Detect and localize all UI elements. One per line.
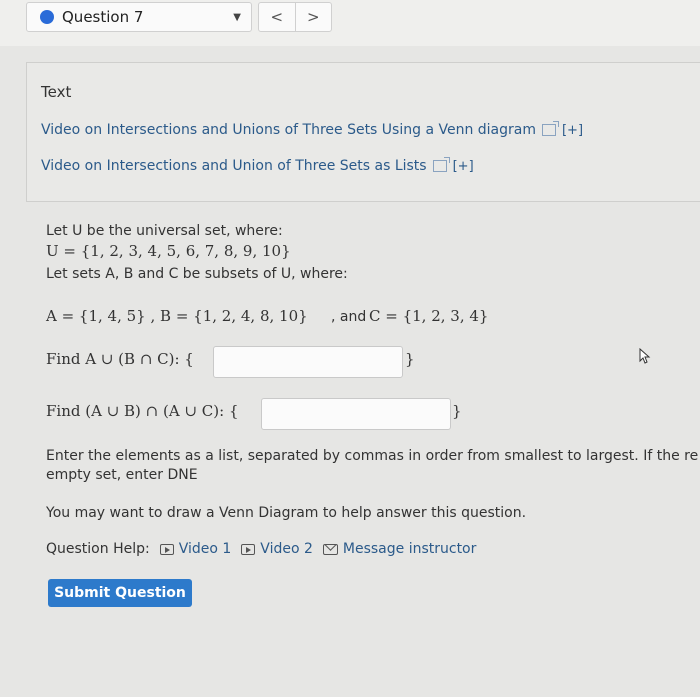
universal-set: U = {1, 2, 3, 4, 5, 6, 7, 8, 9, 10} xyxy=(46,242,291,260)
find-1-close: } xyxy=(405,350,415,368)
sets-and: , and xyxy=(331,309,367,325)
answer-1-input[interactable] xyxy=(213,346,403,378)
mouse-cursor-icon xyxy=(639,348,651,364)
message-instructor-label[interactable]: Message instructor xyxy=(343,541,477,557)
video-2-label[interactable]: Video 2 xyxy=(260,541,313,557)
video-icon xyxy=(241,543,256,555)
message-instructor-link[interactable]: Message instructor xyxy=(322,541,477,557)
hint-text: You may want to draw a Venn Diagram to h… xyxy=(46,505,527,521)
instruction-line-2: empty set, enter DNE xyxy=(46,467,198,483)
video-icon xyxy=(159,543,174,555)
video-1-label[interactable]: Video 1 xyxy=(179,541,232,557)
question-help: Question Help: Video 1 Video 2 Message i… xyxy=(46,541,486,557)
instruction-line-1: Enter the elements as a list, separated … xyxy=(46,448,699,464)
find-1-label: Find A ∪ (B ∩ C): { xyxy=(46,350,194,368)
sets-a-b: A = {1, 4, 5} , B = {1, 2, 4, 8, 10} xyxy=(46,307,308,325)
find-2-close: } xyxy=(452,402,462,420)
video-2-link[interactable]: Video 2 xyxy=(241,541,313,557)
video-1-link[interactable]: Video 1 xyxy=(159,541,232,557)
find-2-label: Find (A ∪ B) ∩ (A ∪ C): { xyxy=(46,402,239,420)
answer-2-input[interactable] xyxy=(261,398,451,430)
problem-intro: Let U be the universal set, where: xyxy=(46,223,283,239)
question-body: Let U be the universal set, where: U = {… xyxy=(0,0,700,697)
help-label: Question Help: xyxy=(46,541,150,557)
submit-question-button[interactable]: Submit Question xyxy=(48,579,192,607)
mail-icon xyxy=(322,543,338,555)
set-c: C = {1, 2, 3, 4} xyxy=(369,307,489,325)
subsets-intro: Let sets A, B and C be subsets of U, whe… xyxy=(46,266,348,282)
